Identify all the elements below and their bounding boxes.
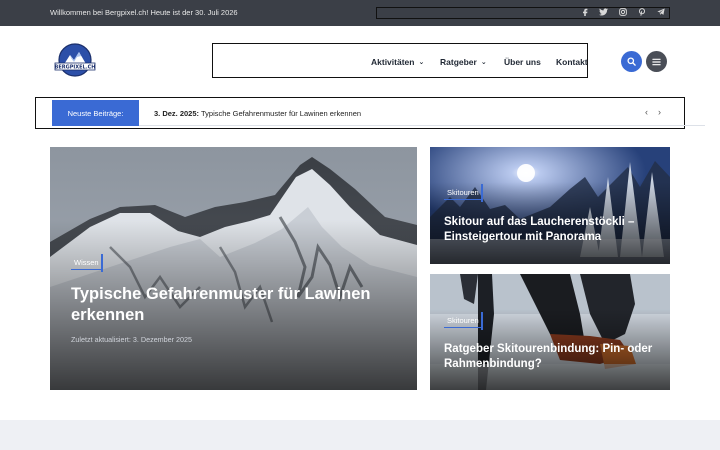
- featured-post-bottom[interactable]: Skitouren Ratgeber Skitourenbindung: Pin…: [430, 274, 670, 390]
- menu-button[interactable]: [646, 51, 667, 72]
- social-links: [376, 7, 670, 19]
- post-title[interactable]: Ratgeber Skitourenbindung: Pin- oder Rah…: [444, 342, 666, 372]
- ticker-next-icon[interactable]: ›: [658, 107, 661, 117]
- ticker-prev-icon[interactable]: ‹: [645, 107, 648, 117]
- nav-item-ratgeber[interactable]: Ratgeber ⌄: [440, 57, 487, 67]
- nav-item-ueber-uns[interactable]: Über uns: [504, 57, 541, 67]
- welcome-text: Willkommen bei Bergpixel.ch! Heute ist d…: [50, 8, 238, 17]
- post-meta: Zuletzt aktualisiert: 3. Dezember 2025: [71, 335, 193, 344]
- post-title[interactable]: Skitour auf das Laucherenstöckli – Einst…: [444, 215, 666, 245]
- facebook-icon[interactable]: [580, 8, 589, 18]
- featured-post-main[interactable]: Wissen Typische Gefahrenmuster für Lawin…: [50, 147, 417, 390]
- category-badge[interactable]: Wissen: [71, 254, 103, 272]
- ticker-divider: [139, 125, 705, 126]
- hamburger-icon: [652, 58, 661, 65]
- logo-text: BERGPIXEL.CH: [55, 65, 96, 71]
- news-ticker: Neuste Beiträge: 3. Dez. 2025: Typische …: [35, 97, 705, 129]
- telegram-icon[interactable]: [656, 8, 665, 18]
- footer-band: [0, 420, 720, 450]
- main-nav: Aktivitäten ⌄ Ratgeber ⌄ Über uns Kontak…: [212, 43, 588, 78]
- search-icon: [627, 57, 636, 66]
- featured-post-top[interactable]: Skitouren Skitour auf das Laucherenstöck…: [430, 147, 670, 264]
- site-logo[interactable]: BERGPIXEL.CH: [54, 43, 96, 79]
- pinterest-icon[interactable]: [637, 8, 646, 18]
- nav-item-kontakt[interactable]: Kontakt: [556, 57, 588, 67]
- ticker-label: Neuste Beiträge:: [52, 100, 139, 126]
- nav-item-aktivitaeten[interactable]: Aktivitäten ⌄: [371, 57, 424, 67]
- search-button[interactable]: [621, 51, 642, 72]
- chevron-down-icon: ⌄: [418, 59, 425, 66]
- top-bar: Willkommen bei Bergpixel.ch! Heute ist d…: [0, 0, 720, 26]
- ticker-item[interactable]: 3. Dez. 2025: Typische Gefahrenmuster fü…: [154, 109, 361, 118]
- category-badge[interactable]: Skitouren: [444, 312, 483, 330]
- twitter-icon[interactable]: [599, 8, 608, 18]
- instagram-icon[interactable]: [618, 8, 627, 18]
- post-title[interactable]: Typische Gefahrenmuster für Lawinen erke…: [71, 284, 391, 327]
- category-badge[interactable]: Skitouren: [444, 184, 483, 202]
- chevron-down-icon: ⌄: [480, 59, 487, 66]
